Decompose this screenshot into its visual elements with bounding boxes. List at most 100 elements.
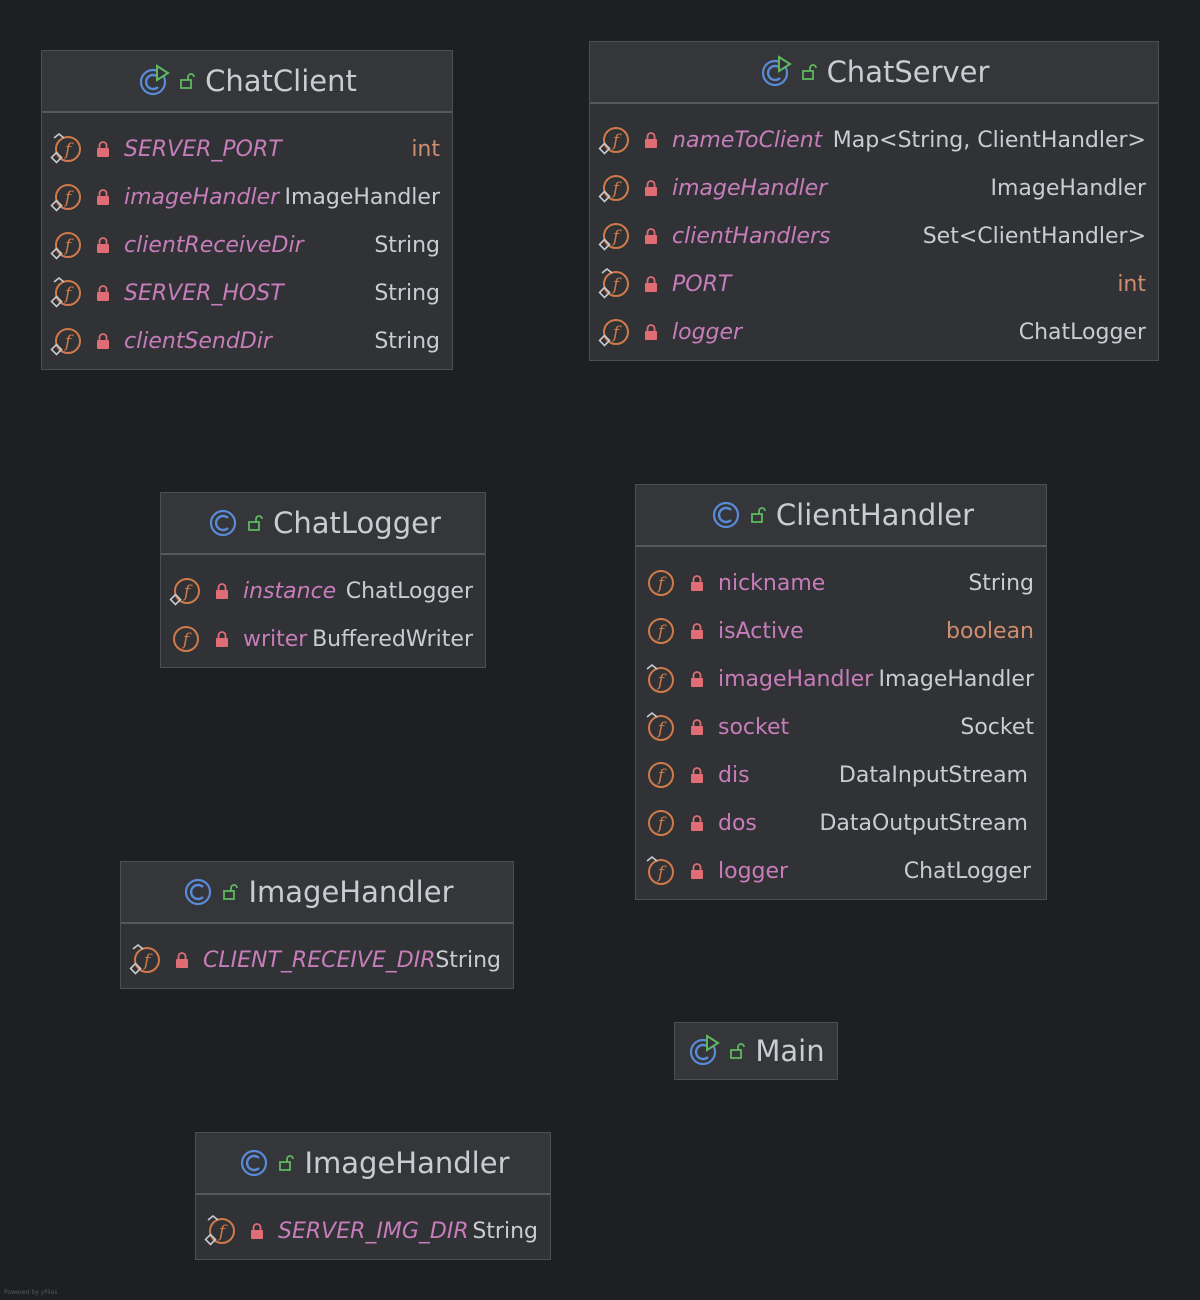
field-name: writer: [243, 626, 308, 652]
svg-text:f: f: [611, 131, 622, 151]
field-row[interactable]: f writer BufferedWriter: [161, 615, 485, 663]
svg-text:f: f: [611, 323, 622, 343]
public-visibility-icon: [751, 507, 766, 523]
field-type: Socket: [960, 714, 1034, 740]
svg-text:f: f: [611, 179, 622, 199]
private-lock-icon: [645, 324, 657, 340]
private-lock-icon: [691, 815, 703, 831]
private-lock-icon: [691, 671, 703, 687]
class-header: ChatClient: [42, 51, 452, 113]
uml-diagram-canvas: { "classes": [ { "id": "chatclient", "na…: [0, 0, 1200, 1300]
field-row[interactable]: f socket Socket: [636, 703, 1046, 751]
field-list: f instance ChatLogger f writer BufferedW…: [161, 555, 485, 667]
svg-text:f: f: [656, 574, 667, 594]
field-row[interactable]: f SERVER_HOST String: [42, 269, 452, 317]
footer-note: Powered by yFiles: [4, 1289, 58, 1296]
field-name: dos: [718, 810, 757, 836]
svg-text:f: f: [656, 863, 667, 883]
field-row[interactable]: f clientSendDir String: [42, 317, 452, 365]
class-header: ImageHandler: [196, 1133, 550, 1195]
field-name: dis: [718, 762, 750, 788]
private-lock-icon: [691, 575, 703, 591]
field-row[interactable]: f dis DataInputStream: [636, 751, 1046, 799]
svg-text:f: f: [656, 766, 667, 786]
class-box-chatclient[interactable]: ChatClient f SERVER_PORT int f imageHand…: [41, 50, 453, 370]
public-visibility-icon: [801, 64, 817, 80]
field-name: clientSendDir: [124, 328, 272, 354]
final-field-icon: f: [646, 711, 674, 741]
static-final-field-icon: f: [129, 943, 160, 975]
field-row[interactable]: f clientHandlers Set<ClientHandler>: [590, 212, 1158, 260]
svg-text:f: f: [611, 227, 622, 247]
field-type: BufferedWriter: [312, 626, 473, 652]
svg-text:f: f: [656, 814, 667, 834]
field-row[interactable]: f nameToClient Map<String, ClientHandler…: [590, 116, 1158, 164]
field-type: ChatLogger: [903, 858, 1031, 884]
field-type: ImageHandler: [878, 666, 1034, 692]
field-row[interactable]: f imageHandler ImageHandler: [590, 164, 1158, 212]
final-field-icon: f: [646, 663, 674, 693]
class-header: Main: [675, 1023, 837, 1079]
class-box-chatlogger[interactable]: ChatLogger f instance ChatLogger f write…: [160, 492, 486, 668]
private-lock-icon: [176, 952, 188, 968]
field-name: nameToClient: [672, 127, 823, 153]
svg-text:f: f: [181, 630, 192, 650]
field-row[interactable]: f logger ChatLogger: [636, 847, 1046, 895]
public-visibility-icon: [730, 1043, 746, 1059]
public-visibility-icon: [180, 73, 196, 89]
field-row[interactable]: f nickname String: [636, 559, 1046, 607]
private-lock-icon: [97, 285, 109, 301]
static-final-field-icon: f: [50, 132, 81, 164]
class-name: ImageHandler: [304, 1146, 510, 1180]
field-name: imageHandler: [124, 184, 280, 210]
field-row[interactable]: f instance ChatLogger: [161, 567, 485, 615]
svg-text:f: f: [142, 951, 153, 971]
field-row[interactable]: f SERVER_IMG_DIR String: [196, 1207, 550, 1255]
class-box-main[interactable]: Main: [674, 1022, 838, 1080]
private-lock-icon: [97, 333, 109, 349]
field-icon: f: [648, 618, 674, 644]
class-name: ChatServer: [826, 55, 990, 89]
class-box-chatserver[interactable]: ChatServer f nameToClient Map<String, Cl…: [589, 41, 1159, 361]
field-row[interactable]: f SERVER_PORT int: [42, 125, 452, 173]
field-type: ImageHandler: [990, 175, 1146, 201]
field-name: PORT: [672, 271, 732, 297]
field-name: nickname: [718, 570, 826, 596]
field-type: String: [374, 328, 440, 354]
field-row[interactable]: f imageHandler ImageHandler: [636, 655, 1046, 703]
svg-text:f: f: [656, 671, 667, 691]
class-box-clienthandler[interactable]: ClientHandler f nickname String f isActi…: [635, 484, 1047, 900]
field-name: clientReceiveDir: [124, 232, 304, 258]
field-name: imageHandler: [672, 175, 828, 201]
field-name: clientHandlers: [672, 223, 831, 249]
field-row[interactable]: f isActive boolean: [636, 607, 1046, 655]
field-row[interactable]: f PORT int: [590, 260, 1158, 308]
static-field-icon: f: [50, 232, 81, 260]
private-lock-icon: [645, 228, 657, 244]
static-field-icon: f: [598, 223, 629, 251]
field-row[interactable]: f CLIENT_RECEIVE_DIR String: [121, 936, 513, 984]
svg-text:f: f: [217, 1222, 228, 1242]
private-lock-icon: [97, 237, 109, 253]
field-type: Set<ClientHandler>: [922, 223, 1146, 249]
private-lock-icon: [645, 180, 657, 196]
static-final-field-icon: f: [50, 276, 81, 308]
class-box-imagehandler-client[interactable]: ImageHandler f CLIENT_RECEIVE_DIR String: [120, 861, 514, 989]
field-row[interactable]: f logger ChatLogger: [590, 308, 1158, 356]
field-name: logger: [718, 858, 789, 884]
field-row[interactable]: f imageHandler ImageHandler: [42, 173, 452, 221]
field-row[interactable]: f dos DataOutputStream: [636, 799, 1046, 847]
class-box-imagehandler-server[interactable]: ImageHandler f SERVER_IMG_DIR String: [195, 1132, 551, 1260]
static-field-icon: f: [50, 328, 81, 356]
class-name: ClientHandler: [775, 498, 975, 532]
field-icon: f: [648, 810, 674, 836]
field-type: DataOutputStream: [819, 810, 1028, 836]
field-type: ChatLogger: [345, 578, 473, 604]
field-list: f SERVER_PORT int f imageHandler ImageHa…: [42, 113, 452, 369]
class-header: ImageHandler: [121, 862, 513, 924]
public-visibility-icon: [223, 884, 239, 900]
svg-text:f: f: [656, 719, 667, 739]
field-type: int: [1117, 271, 1146, 297]
field-row[interactable]: f clientReceiveDir String: [42, 221, 452, 269]
class-name: ImageHandler: [248, 875, 454, 909]
